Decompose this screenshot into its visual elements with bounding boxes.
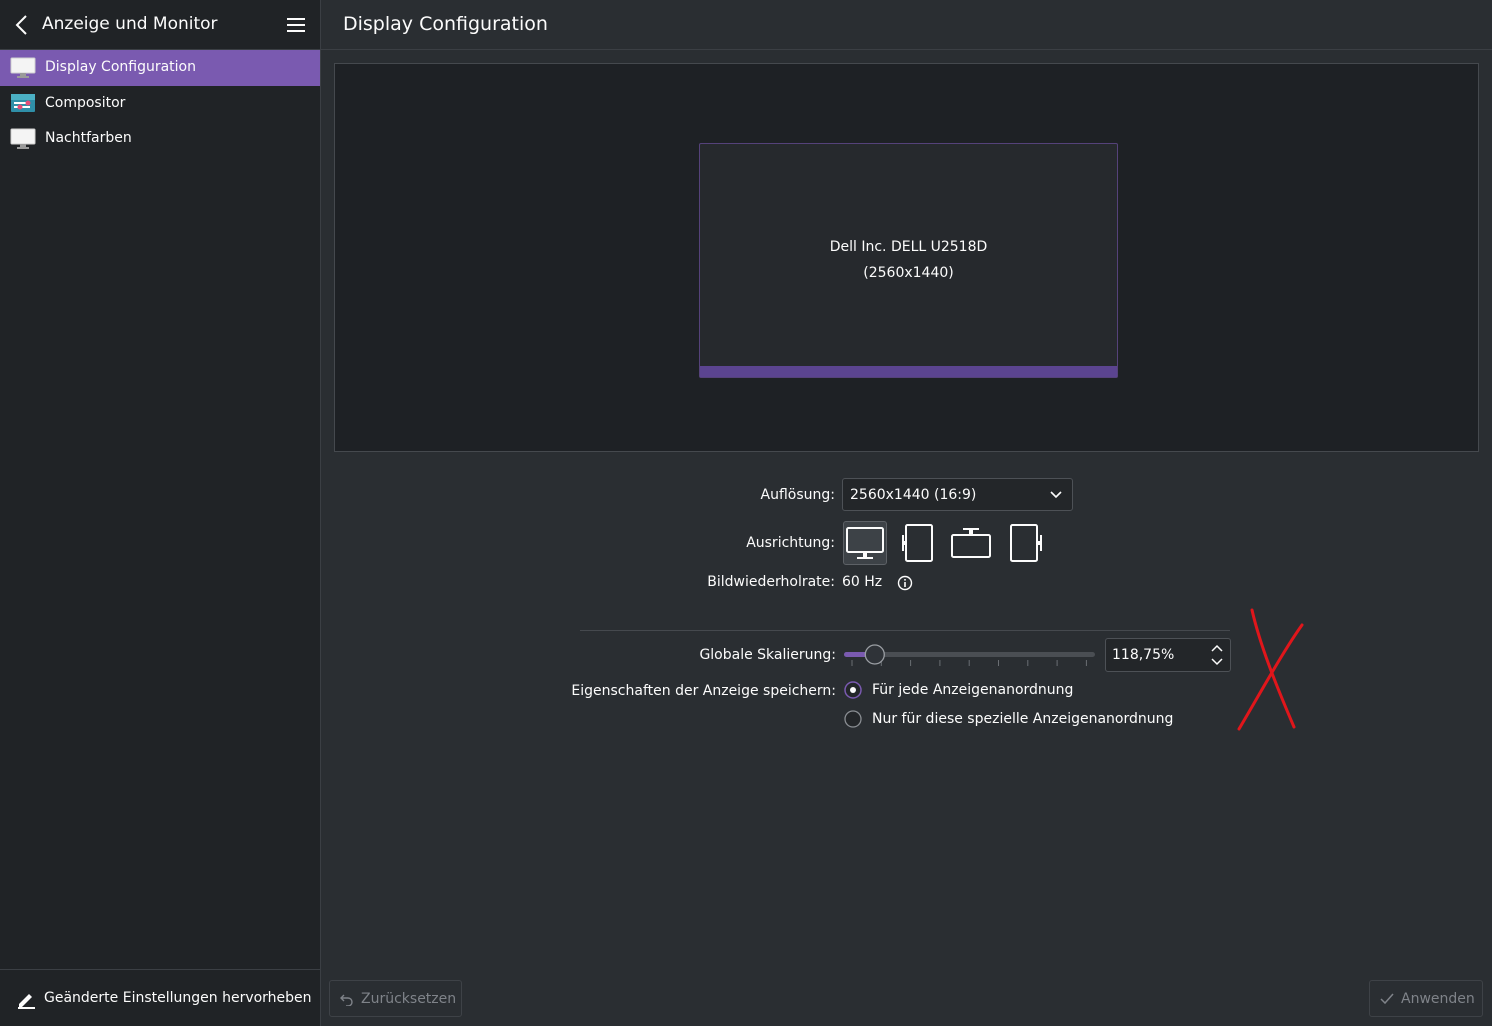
global-scale-value: 118,75% [1112,647,1175,663]
compositor-icon [11,94,35,112]
resolution-dropdown[interactable]: 2560x1440 (16:9) [842,478,1073,511]
radio-this-arrangement[interactable] [844,710,862,728]
separator [580,630,1230,631]
orientation-rotate-left-button[interactable] [897,521,941,565]
screen-layout-canvas[interactable]: Dell Inc. DELL U2518D (2560x1440) [334,63,1479,452]
global-scale-spinbox[interactable]: 118,75% [1105,638,1231,672]
global-scale-label: Globale Skalierung: [699,647,836,663]
monitor-rotated-left-icon [902,524,933,562]
info-icon[interactable] [897,575,913,591]
monitor-tile[interactable]: Dell Inc. DELL U2518D (2560x1440) [699,143,1118,378]
sidebar-header: Anzeige und Monitor [0,0,320,50]
monitor-rotated-right-icon [1010,524,1042,562]
sidebar: Anzeige und Monitor Display Configuratio… [0,0,321,1026]
monitor-name: Dell Inc. DELL U2518D [829,239,988,255]
radio-every-arrangement[interactable] [844,681,862,699]
chevron-down-icon [1050,491,1062,499]
main-header: Display Configuration [321,0,1492,50]
reset-button[interactable]: Zurücksetzen [329,980,462,1017]
global-scale-slider[interactable] [842,643,1097,669]
apply-label: Anwenden [1401,991,1475,1007]
checkmark-icon [1380,993,1394,1005]
monitor-resolution: (2560x1440) [863,265,954,281]
orientation-upside-down-button[interactable] [949,521,993,565]
monitor-selection-bar [700,366,1117,377]
sidebar-item-compositor[interactable]: Compositor [0,86,320,122]
red-x-annotation [1237,608,1304,731]
resolution-label: Auflösung: [760,487,835,503]
undo-icon [340,994,353,1006]
monitor-icon [10,57,36,78]
page-title: Display Configuration [343,13,548,35]
orientation-rotate-right-button[interactable] [1003,521,1047,565]
back-arrow-icon[interactable] [12,14,32,36]
hamburger-menu-icon[interactable] [286,16,306,34]
monitor-landscape-icon [846,527,884,559]
radio-every-arrangement-label[interactable]: Für jede Anzeigenanordnung [872,682,1073,698]
pen-icon [18,994,35,1009]
sidebar-item-display-configuration[interactable]: Display Configuration [0,50,320,86]
reset-label: Zurücksetzen [361,991,457,1007]
orientation-landscape-button[interactable] [843,521,887,565]
sidebar-footer: Geänderte Einstellungen hervorheben [0,969,320,1026]
refresh-rate-label: Bildwiederholrate: [707,574,835,590]
sidebar-item-label: Nachtfarben [45,130,132,146]
highlight-changed-settings-label: Geänderte Einstellungen hervorheben [44,990,312,1006]
resolution-value: 2560x1440 (16:9) [850,487,977,503]
sidebar-item-label: Compositor [45,95,126,111]
highlight-changed-settings-button[interactable]: Geänderte Einstellungen hervorheben [0,970,320,1026]
monitor-upside-down-icon [951,528,991,558]
radio-this-arrangement-label[interactable]: Nur für diese spezielle Anzeigenanordnun… [872,711,1173,727]
apply-button[interactable]: Anwenden [1369,980,1483,1017]
sidebar-item-label: Display Configuration [45,59,196,75]
sidebar-item-nachtfarben[interactable]: Nachtfarben [0,121,320,157]
sidebar-title: Anzeige und Monitor [42,14,218,34]
refresh-rate-value: 60 Hz [842,574,883,590]
save-properties-label: Eigenschaften der Anzeige speichern: [571,683,836,699]
orientation-label: Ausrichtung: [746,535,835,551]
monitor-icon [10,128,36,149]
spin-up-down-icon[interactable] [1210,643,1224,667]
